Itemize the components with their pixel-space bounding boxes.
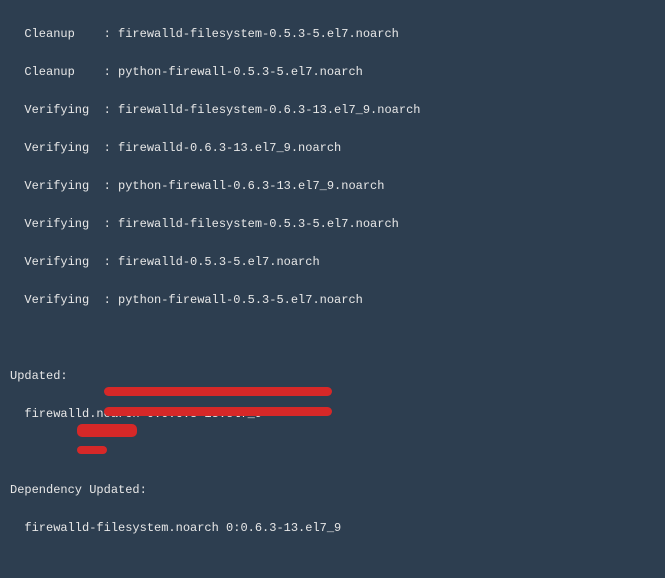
blank-line (10, 443, 655, 462)
redaction-marker (77, 424, 137, 437)
pkg-line: Cleanup : firewalld-filesystem-0.5.3-5.e… (10, 25, 655, 44)
redaction-marker (104, 387, 332, 396)
pkg-line: Verifying : firewalld-filesystem-0.6.3-1… (10, 101, 655, 120)
pkg-line: Verifying : python-firewall-0.5.3-5.el7.… (10, 291, 655, 310)
updated-header: Updated: (10, 367, 655, 386)
terminal-container: Cleanup : firewalld-filesystem-0.5.3-5.e… (0, 0, 665, 578)
terminal-output: Cleanup : firewalld-filesystem-0.5.3-5.e… (0, 0, 665, 578)
redaction-marker (77, 446, 107, 454)
pkg-line: Verifying : firewalld-0.6.3-13.el7_9.noa… (10, 139, 655, 158)
redaction-marker (104, 407, 332, 416)
dependency-header: Dependency Updated: (10, 481, 655, 500)
pkg-line: Verifying : python-firewall-0.6.3-13.el7… (10, 177, 655, 196)
pkg-line: Verifying : firewalld-filesystem-0.5.3-5… (10, 215, 655, 234)
pkg-line: Cleanup : python-firewall-0.5.3-5.el7.no… (10, 63, 655, 82)
blank-line (10, 557, 655, 576)
blank-line (10, 329, 655, 348)
pkg-line: Verifying : firewalld-0.5.3-5.el7.noarch (10, 253, 655, 272)
dependency-item: firewalld-filesystem.noarch 0:0.6.3-13.e… (10, 519, 655, 538)
